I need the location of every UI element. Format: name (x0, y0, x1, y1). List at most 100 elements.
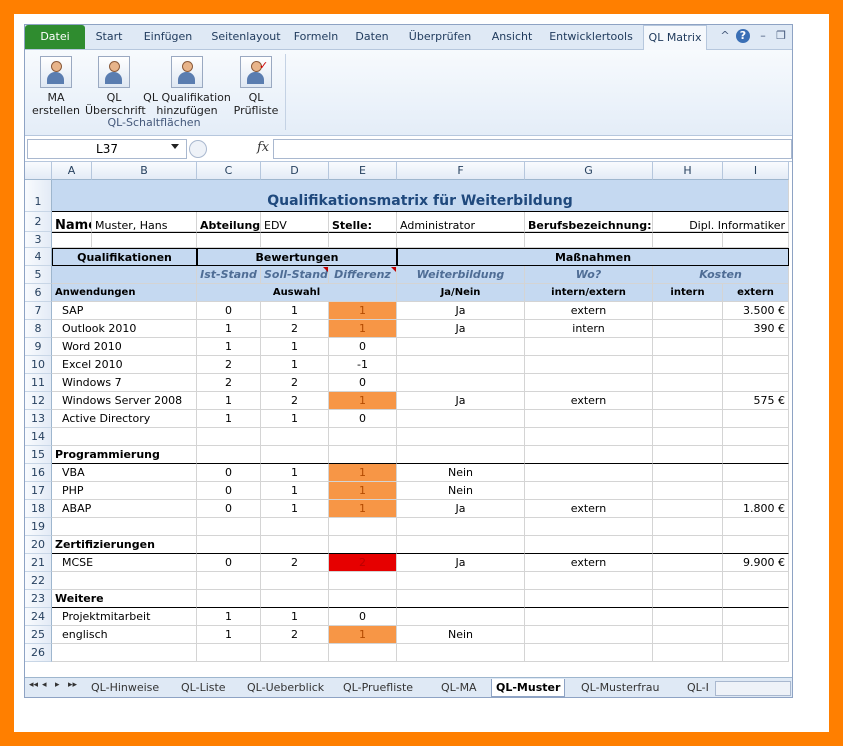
sheet-tab-ql-ma[interactable]: QL-MA (437, 679, 481, 696)
ist-stand-11[interactable]: 2 (197, 374, 261, 392)
row-header-10[interactable]: 10 (25, 356, 52, 374)
wo-9[interactable] (525, 338, 653, 356)
header-qualifikationen[interactable]: Qualifikationen (52, 248, 197, 266)
header-weiterbildung[interactable]: Weiterbildung (397, 266, 525, 284)
header-soll-stand[interactable]: Soll-Stand (261, 266, 329, 284)
cell-i14[interactable] (723, 428, 789, 446)
soll-stand-25[interactable]: 2 (261, 626, 329, 644)
kosten-extern-10[interactable] (723, 356, 789, 374)
skill-name-13[interactable]: Active Directory (52, 410, 197, 428)
ist-stand-7[interactable]: 0 (197, 302, 261, 320)
wo-18[interactable]: extern (525, 500, 653, 518)
berufsbezeichnung-label[interactable]: Berufsbezeichnung: (525, 212, 653, 232)
cell-e14[interactable] (329, 428, 397, 446)
cell-c3[interactable] (197, 232, 261, 248)
skill-name-18[interactable]: ABAP (52, 500, 197, 518)
berufsbezeichnung-value[interactable]: Dipl. Informatiker (653, 212, 789, 232)
row-header-24[interactable]: 24 (25, 608, 52, 626)
ribbon-tab-einfügen[interactable]: Einfügen (135, 25, 201, 49)
header-wo[interactable]: Wo? (525, 266, 653, 284)
sheet-tab-ql-pruefliste[interactable]: QL-Pruefliste (339, 679, 417, 696)
cell-d15[interactable] (261, 446, 329, 464)
differenz-21[interactable]: 2 (329, 554, 397, 572)
wo-7[interactable]: extern (525, 302, 653, 320)
column-header-a[interactable]: A (52, 162, 92, 180)
header-intern[interactable]: intern (653, 284, 723, 302)
cell-g22[interactable] (525, 572, 653, 590)
cell-c14[interactable] (197, 428, 261, 446)
weiterbildung-17[interactable]: Nein (397, 482, 525, 500)
row-header-19[interactable]: 19 (25, 518, 52, 536)
cell-g15[interactable] (525, 446, 653, 464)
wo-16[interactable] (525, 464, 653, 482)
row-header-23[interactable]: 23 (25, 590, 52, 608)
column-header-e[interactable]: E (329, 162, 397, 180)
kosten-extern-16[interactable] (723, 464, 789, 482)
soll-stand-7[interactable]: 1 (261, 302, 329, 320)
differenz-9[interactable]: 0 (329, 338, 397, 356)
cell-i22[interactable] (723, 572, 789, 590)
section-20[interactable]: Zertifizierungen (52, 536, 197, 554)
cell-i3[interactable] (723, 232, 789, 248)
row-header-26[interactable]: 26 (25, 644, 52, 662)
weiterbildung-25[interactable]: Nein (397, 626, 525, 644)
wo-24[interactable] (525, 608, 653, 626)
differenz-7[interactable]: 1 (329, 302, 397, 320)
cell-e20[interactable] (329, 536, 397, 554)
cell-g3[interactable] (525, 232, 653, 248)
wo-10[interactable] (525, 356, 653, 374)
stelle-label[interactable]: Stelle: (329, 212, 397, 232)
sheet-tab-ql-musterfrau[interactable]: QL-Musterfrau (577, 679, 663, 696)
row-header-15[interactable]: 15 (25, 446, 52, 464)
skill-name-25[interactable]: englisch (52, 626, 197, 644)
select-all-corner[interactable] (25, 162, 52, 180)
cell-e23[interactable] (329, 590, 397, 608)
kosten-intern-7[interactable] (653, 302, 723, 320)
header-bewertungen[interactable]: Bewertungen (197, 248, 397, 266)
cell-c15[interactable] (197, 446, 261, 464)
kosten-intern-25[interactable] (653, 626, 723, 644)
cell-i20[interactable] (723, 536, 789, 554)
section-26[interactable] (52, 644, 197, 662)
column-header-b[interactable]: B (92, 162, 197, 180)
sheet-tab-ql-muster[interactable]: QL-Muster (491, 679, 566, 697)
ribbon-tab-seitenlayout[interactable]: Seitenlayout (207, 25, 285, 49)
matrix-title[interactable]: Qualifikationsmatrix für Weiterbildung (52, 180, 789, 212)
weiterbildung-11[interactable] (397, 374, 525, 392)
name-box[interactable]: L37 (27, 139, 187, 159)
ribbon-tab-entwicklertools[interactable]: Entwicklertools (545, 25, 637, 49)
ist-stand-8[interactable]: 1 (197, 320, 261, 338)
kosten-intern-11[interactable] (653, 374, 723, 392)
differenz-12[interactable]: 1 (329, 392, 397, 410)
kosten-extern-24[interactable] (723, 608, 789, 626)
wo-25[interactable] (525, 626, 653, 644)
row-header-5[interactable]: 5 (25, 266, 52, 284)
skill-name-7[interactable]: SAP (52, 302, 197, 320)
row-header-12[interactable]: 12 (25, 392, 52, 410)
row-header-13[interactable]: 13 (25, 410, 52, 428)
ist-stand-17[interactable]: 0 (197, 482, 261, 500)
soll-stand-13[interactable]: 1 (261, 410, 329, 428)
ist-stand-16[interactable]: 0 (197, 464, 261, 482)
row-header-21[interactable]: 21 (25, 554, 52, 572)
cell-h26[interactable] (653, 644, 723, 662)
ribbon-tab-ql-matrix[interactable]: QL Matrix (643, 25, 707, 50)
kosten-extern-18[interactable]: 1.800 € (723, 500, 789, 518)
weiterbildung-8[interactable]: Ja (397, 320, 525, 338)
cell-c19[interactable] (197, 518, 261, 536)
row-header-7[interactable]: 7 (25, 302, 52, 320)
section-23[interactable]: Weitere (52, 590, 197, 608)
cell-f26[interactable] (397, 644, 525, 662)
ribbon-tab-formeln[interactable]: Formeln (291, 25, 341, 49)
weiterbildung-10[interactable] (397, 356, 525, 374)
ribbon-button-4[interactable]: ✓ QL Prüfliste (231, 56, 281, 117)
wo-8[interactable]: intern (525, 320, 653, 338)
skill-name-8[interactable]: Outlook 2010 (52, 320, 197, 338)
soll-stand-16[interactable]: 1 (261, 464, 329, 482)
minimize-window-icon[interactable]: – (756, 29, 770, 43)
section-14[interactable] (52, 428, 197, 446)
column-header-h[interactable]: H (653, 162, 723, 180)
row-header-9[interactable]: 9 (25, 338, 52, 356)
ribbon-button-3[interactable]: QL Qualifikation hinzufügen (143, 56, 231, 117)
row-header-1[interactable]: 1 (25, 180, 52, 212)
